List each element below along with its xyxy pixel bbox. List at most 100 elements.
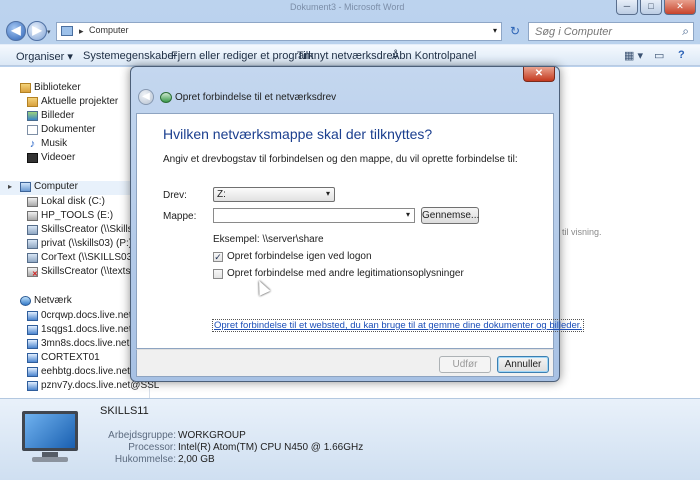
chevron-down-icon[interactable]: ▾ xyxy=(406,210,410,219)
network-computer-icon xyxy=(27,339,38,349)
network-drive-icon xyxy=(27,225,38,235)
dialog-title: Opret forbindelse til et netværksdrev xyxy=(175,92,337,103)
cancel-button[interactable]: Annuller xyxy=(497,356,549,373)
dialog-heading: Hvilken netværksmappe skal der tilknytte… xyxy=(163,126,433,142)
drive-label: Drev: xyxy=(163,190,187,201)
network-icon xyxy=(20,296,31,306)
dialog-footer: Udfør Annuller xyxy=(136,349,554,377)
local-disk-icon xyxy=(27,197,38,207)
expand-arrow-icon[interactable]: ▸ xyxy=(8,182,12,191)
uninstall-program-button[interactable]: Fjern eller rediger et program xyxy=(171,50,313,62)
computer-name: SKILLS11 xyxy=(100,405,149,417)
preview-pane-icon[interactable]: ▭ xyxy=(654,49,664,62)
back-button[interactable]: ◀ xyxy=(6,21,26,41)
folder-input[interactable]: ▾ xyxy=(213,208,415,223)
change-view-icon[interactable]: ▦ ▾ xyxy=(624,49,643,62)
network-computer-icon xyxy=(27,367,38,377)
libraries-icon xyxy=(20,83,31,93)
breadcrumb-arrow-icon[interactable]: ▸ xyxy=(79,26,84,37)
chevron-down-icon: ▾ xyxy=(325,189,330,198)
nav-drive-item[interactable]: Lokal disk (C:) xyxy=(0,196,150,210)
breadcrumb-computer[interactable]: Computer xyxy=(89,25,129,35)
network-drive-icon xyxy=(27,253,38,263)
nav-drive-item[interactable]: SkillsCreator (\\textshop2) (S:) xyxy=(0,266,175,280)
nav-network-item[interactable]: 1sqgs1.docs.live.net@SSL xyxy=(0,324,161,338)
network-drive-icon xyxy=(160,92,172,103)
videos-icon xyxy=(27,153,38,163)
documents-icon xyxy=(27,125,38,135)
example-text: Eksempel: \\server\share xyxy=(213,234,324,245)
dialog-body: Hvilken netværksmappe skal der tilknytte… xyxy=(136,113,585,349)
nav-computer[interactable]: ▸ Computer xyxy=(0,181,150,195)
other-credentials-label[interactable]: Opret forbindelse med andre legitimation… xyxy=(227,268,464,279)
map-network-drive-dialog: ✕ ◀ Opret forbindelse til et netværksdre… xyxy=(130,66,585,382)
drive-select[interactable]: Z: ▾ xyxy=(213,187,335,202)
nav-network-item[interactable]: eehbtg.docs.live.net@SSL xyxy=(0,366,159,380)
computer-large-icon xyxy=(18,411,82,463)
network-computer-icon xyxy=(27,311,38,321)
dialog-back-button[interactable]: ◀ xyxy=(138,89,154,105)
search-input[interactable]: Søg i Computer ⌕ xyxy=(528,22,694,41)
history-dropdown-icon[interactable]: ▾ xyxy=(47,28,51,36)
pictures-icon xyxy=(27,111,38,121)
disconnected-drive-icon xyxy=(27,267,38,278)
nav-libraries[interactable]: Biblioteker xyxy=(0,82,150,96)
finish-button[interactable]: Udfør xyxy=(439,356,491,373)
nav-library-item[interactable]: Billeder xyxy=(0,110,150,124)
address-bar[interactable]: ▸ Computer ▾ xyxy=(56,22,502,41)
search-placeholder: Søg i Computer xyxy=(535,26,613,38)
reconnect-checkbox[interactable]: ✓ xyxy=(213,252,223,262)
drive-icon xyxy=(27,211,38,221)
maximize-button[interactable]: □ xyxy=(640,0,662,15)
address-dropdown-icon[interactable]: ▾ xyxy=(493,26,497,35)
network-computer-icon xyxy=(27,381,38,391)
network-drive-icon xyxy=(27,239,38,249)
workgroup-value: WORKGROUP xyxy=(178,430,246,441)
nav-network-item[interactable]: pznv7y.docs.live.net@SSL xyxy=(0,380,159,394)
nav-network-item[interactable]: 0crqwp.docs.live.net@SSL xyxy=(0,310,161,324)
navigation-pane: Biblioteker Aktuelle projekter Billeder … xyxy=(0,67,175,398)
close-button[interactable]: ✕ xyxy=(664,0,696,15)
reconnect-label[interactable]: Opret forbindelse igen ved logon xyxy=(227,251,372,262)
address-row: ◀ ▶ ▾ ▸ Computer ▾ ↻ Søg i Computer ⌕ xyxy=(0,20,700,44)
network-computer-icon xyxy=(27,353,38,363)
command-bar: Organiser ▾ Systemegenskaber Fjern eller… xyxy=(0,44,700,66)
nav-network-item[interactable]: 3mn8s.docs.live.net@SSL xyxy=(0,338,158,352)
dialog-close-button[interactable]: ✕ xyxy=(523,67,555,82)
details-pane: SKILLS11 Arbejdsgruppe: WORKGROUP Proces… xyxy=(0,398,700,480)
nav-network[interactable]: Netværk xyxy=(0,295,150,309)
help-icon[interactable]: ? xyxy=(678,49,685,61)
map-network-drive-button[interactable]: Tilknyt netværksdrev xyxy=(297,50,398,62)
computer-icon xyxy=(20,182,31,192)
nav-library-item[interactable]: Videoer xyxy=(0,152,150,166)
processor-label: Processor: xyxy=(128,442,176,453)
organize-button[interactable]: Organiser ▾ xyxy=(16,50,73,63)
connect-website-link[interactable]: Opret forbindelse til et websted, du kan… xyxy=(211,319,585,332)
memory-label: Hukommelse: xyxy=(114,454,176,465)
dialog-intro: Angiv et drevbogstav til forbindelsen og… xyxy=(163,154,518,165)
refresh-icon[interactable]: ↻ xyxy=(506,22,524,41)
memory-value: 2,00 GB xyxy=(178,454,215,465)
nav-drive-item[interactable]: HP_TOOLS (E:) xyxy=(0,210,150,224)
computer-icon xyxy=(61,26,73,36)
browse-button[interactable]: Gennemse... xyxy=(421,207,479,224)
network-computer-icon xyxy=(27,325,38,335)
other-credentials-checkbox[interactable] xyxy=(213,269,223,279)
nav-library-item[interactable]: ♪ Musik xyxy=(0,138,150,152)
minimize-button[interactable]: ─ xyxy=(616,0,638,15)
nav-library-item[interactable]: Dokumenter xyxy=(0,124,150,138)
nav-drive-item[interactable]: CorText (\\SKILLS03) (Q:) xyxy=(0,252,155,266)
folder-label: Mappe: xyxy=(163,211,197,222)
forward-button[interactable]: ▶ xyxy=(27,21,47,41)
music-icon: ♪ xyxy=(29,138,36,150)
nav-library-item[interactable]: Aktuelle projekter xyxy=(0,96,150,110)
open-control-panel-button[interactable]: Åbn Kontrolpanel xyxy=(392,50,476,62)
nav-drive-item[interactable]: SkillsCreator (\\Skills03) (O:) xyxy=(0,224,167,238)
search-icon[interactable]: ⌕ xyxy=(682,24,689,39)
nav-network-item[interactable]: CORTEXT01 xyxy=(0,352,150,366)
nav-drive-item[interactable]: privat (\\skills03) (P:) xyxy=(0,238,150,252)
ghost-text: til visning. xyxy=(562,227,602,237)
ghost-window-title: Dokument3 - Microsoft Word xyxy=(290,2,405,12)
system-properties-button[interactable]: Systemegenskaber xyxy=(83,50,177,62)
folder-icon xyxy=(27,97,38,107)
